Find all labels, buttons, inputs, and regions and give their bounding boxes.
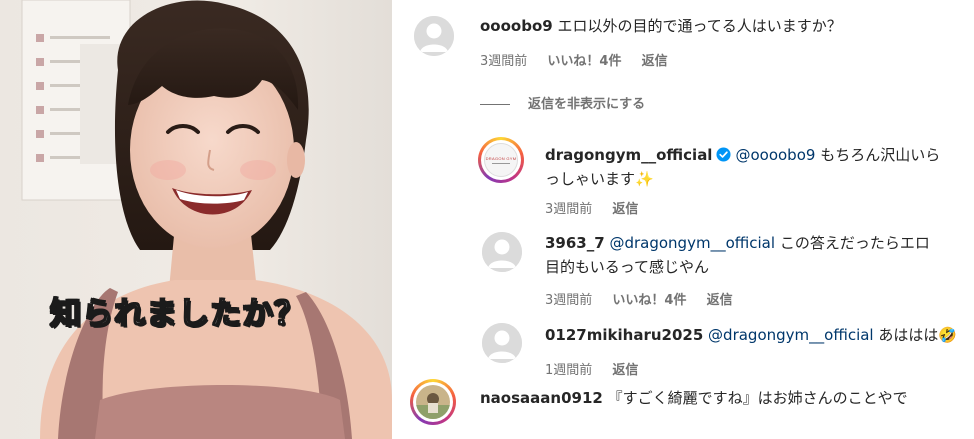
reply-time[interactable]: 1週間前 [545, 363, 592, 378]
comment-time[interactable]: 3週間前 [480, 54, 527, 69]
comment-body: oooobo9 エロ以外の目的で通ってる人はいますか？ [480, 14, 960, 38]
profile-photo-icon [416, 385, 450, 419]
hide-replies-label: 返信を非表示にする [528, 97, 646, 112]
reply-username[interactable]: dragongym__official [545, 146, 712, 164]
comment-text: 『すごく綺麗ですね』はお姉さんのことやで [607, 389, 908, 407]
reply-text-2: っしゃいます [545, 170, 636, 188]
reply-body: 3963_7 @dragongym__official この答えだったらエロ 目… [545, 231, 965, 279]
dragongym-logo: DRAGON GYM [484, 143, 518, 177]
reply-mention[interactable]: @dragongym__official [708, 326, 874, 344]
comment-username[interactable]: naosaaan0912 [480, 389, 603, 407]
divider-dash [480, 104, 510, 105]
comments-panel: oooobo9 エロ以外の目的で通ってる人はいますか？ 3週間前 いいね！4件 … [392, 0, 974, 439]
reply-meta: 1週間前 返信 [545, 359, 654, 378]
reply-time[interactable]: 3週間前 [545, 202, 592, 217]
avatar-inner [413, 382, 453, 422]
avatar-inner: DRAGON GYM [481, 140, 521, 180]
reply-meta: 3週間前 返信 [545, 198, 654, 217]
comment-text: エロ以外の目的で通ってる人はいますか？ [557, 17, 842, 35]
reply-text-2: 目的もいるって感じやん [545, 258, 709, 276]
reply-text-1: もちろん沢山いら [820, 146, 941, 164]
post-media[interactable]: 知られましたか？ [0, 0, 392, 439]
reply-body: 0127mikiharu2025 @dragongym__official あは… [545, 323, 973, 347]
reply-button[interactable]: 返信 [612, 202, 638, 217]
comment-likes[interactable]: いいね！4件 [547, 54, 621, 69]
story-ring-avatar[interactable]: DRAGON GYM [478, 137, 524, 183]
reply-button[interactable]: 返信 [642, 54, 668, 69]
video-caption: 知られましたか？ [49, 295, 306, 333]
default-avatar-icon [414, 16, 454, 56]
reply-meta: 3週間前 いいね！4件 返信 [545, 289, 749, 308]
sparkles-icon: ✨ [635, 170, 654, 188]
reply-text-1: この答えだったらエロ [779, 234, 930, 252]
reply-mention[interactable]: @dragongym__official [609, 234, 775, 252]
reply-button[interactable]: 返信 [612, 363, 638, 378]
comment-body: naosaaan0912 『すごく綺麗ですね』はお姉さんのことやで [480, 386, 970, 410]
user-avatar[interactable] [482, 323, 522, 363]
default-avatar-icon [482, 232, 522, 272]
reply-username[interactable]: 3963_7 [545, 234, 605, 252]
reply-text-1: あははは [878, 326, 939, 344]
user-avatar[interactable] [482, 232, 522, 272]
reply-likes[interactable]: いいね！4件 [612, 293, 686, 308]
reply-username[interactable]: 0127mikiharu2025 [545, 326, 703, 344]
user-avatar[interactable] [414, 16, 454, 56]
hide-replies-button[interactable]: 返信を非表示にする [480, 93, 645, 112]
comment-username[interactable]: oooobo9 [480, 17, 553, 35]
reply-button[interactable]: 返信 [707, 293, 733, 308]
comment-meta: 3週間前 いいね！4件 返信 [480, 50, 684, 69]
reply-mention[interactable]: @oooobo9 [735, 146, 815, 164]
default-avatar-icon [482, 323, 522, 363]
rolling-laughing-icon: 🤣 [938, 326, 958, 344]
story-ring-avatar[interactable] [410, 379, 456, 425]
verified-badge-icon [716, 147, 731, 162]
logo-text: DRAGON GYM [485, 156, 517, 161]
media-illustration [0, 0, 392, 439]
reply-body: dragongym__official @oooobo9 もちろん沢山いら っしゃ… [545, 143, 965, 191]
reply-time[interactable]: 3週間前 [545, 293, 592, 308]
logo-rule [492, 163, 510, 164]
